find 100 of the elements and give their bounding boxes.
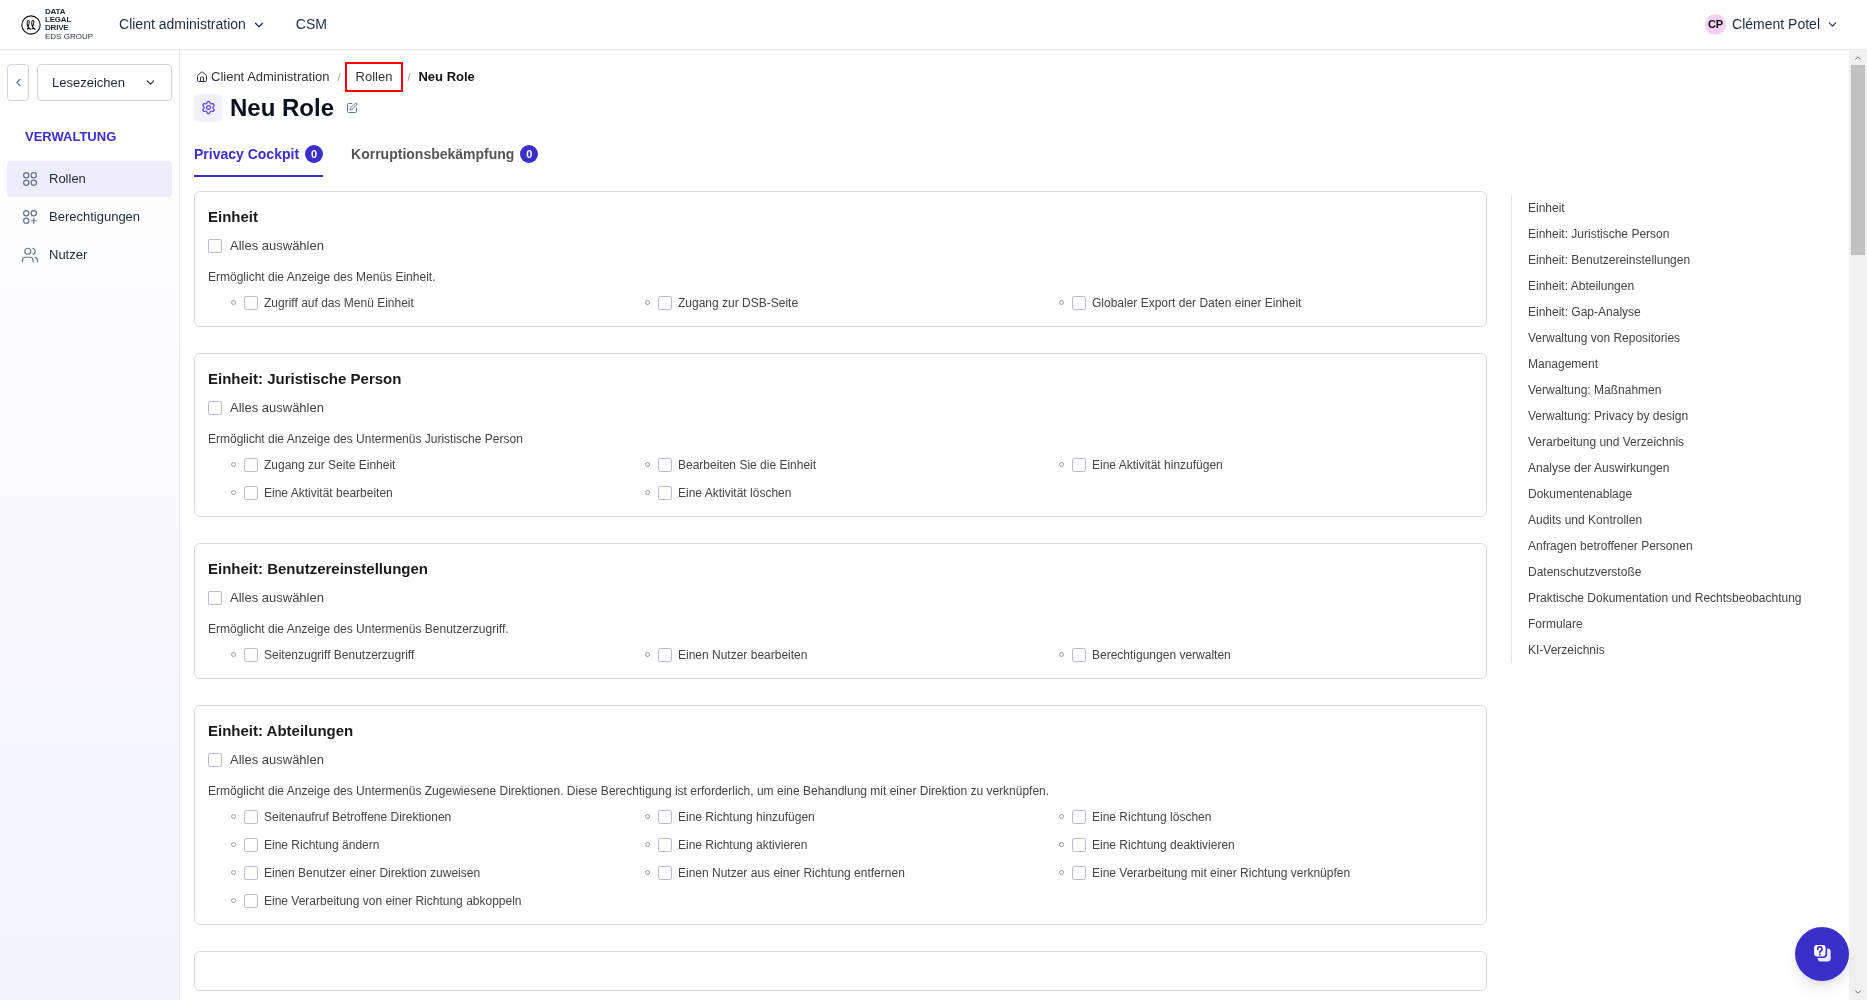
toc-link[interactable]: KI-Verzeichnis bbox=[1528, 636, 1802, 663]
tab[interactable]: Korruptionsbekämpfung 0 bbox=[351, 143, 539, 177]
checkbox[interactable] bbox=[1072, 809, 1086, 824]
toc-link[interactable]: Audits und Kontrollen bbox=[1528, 506, 1802, 533]
checkbox[interactable] bbox=[244, 295, 258, 310]
help-button[interactable] bbox=[1795, 927, 1849, 981]
description: Ermöglicht die Anzeige des Untermenüs Benutzerzugriff. bbox=[208, 620, 510, 638]
checkbox[interactable] bbox=[208, 238, 222, 253]
toc-link[interactable]: Verwaltung von Repositories bbox=[1528, 324, 1802, 351]
bookmarks-dropdown[interactable]: Lesezeichen bbox=[37, 64, 172, 101]
toc-link[interactable]: Formulare bbox=[1528, 610, 1802, 637]
checkbox[interactable] bbox=[1072, 457, 1086, 472]
checkbox-label: Alles auswählen bbox=[230, 751, 324, 769]
checkbox-label: Eine Aktivität bearbeiten bbox=[264, 484, 393, 502]
section-heading: VERWALTUNG bbox=[24, 128, 118, 146]
checkbox[interactable] bbox=[244, 457, 258, 472]
sidebar-item[interactable]: Nutzer bbox=[7, 236, 172, 273]
checkbox-label: Alles auswählen bbox=[230, 237, 324, 255]
settings-icon bbox=[194, 93, 222, 122]
checkbox[interactable] bbox=[244, 893, 258, 908]
checkbox-label: Seitenaufruf Betroffene Direktionen bbox=[264, 808, 452, 826]
toc-link[interactable]: Analyse der Auswirkungen bbox=[1528, 454, 1802, 481]
checkbox-label: Eine Verarbeitung mit einer Richtung verknüpfen bbox=[1092, 864, 1351, 882]
checkbox[interactable] bbox=[208, 400, 222, 415]
checkbox[interactable] bbox=[1072, 295, 1086, 310]
checkbox[interactable] bbox=[244, 837, 258, 852]
checkbox[interactable] bbox=[1072, 865, 1086, 880]
nav-menu[interactable]: CSM bbox=[295, 14, 327, 35]
breadcrumb-link[interactable]: Client Administration bbox=[194, 64, 332, 90]
checkbox[interactable] bbox=[658, 809, 672, 824]
tab[interactable]: Privacy Cockpit 0 bbox=[194, 143, 324, 177]
checkbox-label: Bearbeiten Sie die Einheit bbox=[678, 456, 817, 474]
checkbox-label: Eine Aktivität löschen bbox=[678, 484, 792, 502]
scrollbar-thumb[interactable] bbox=[1851, 65, 1865, 255]
breadcrumb-link[interactable]: Rollen bbox=[346, 64, 402, 90]
scroll-down-icon[interactable] bbox=[1853, 987, 1863, 997]
sidebar-item[interactable]: Berechtigungen bbox=[7, 198, 172, 235]
checkbox-label: Eine Richtung löschen bbox=[1092, 808, 1212, 826]
sidebar-item[interactable]: Rollen bbox=[7, 160, 172, 197]
sidebar-label: Nutzer bbox=[49, 245, 88, 264]
avatar: CP bbox=[1705, 14, 1727, 35]
checkbox[interactable] bbox=[1072, 647, 1086, 662]
description: Ermöglicht die Anzeige des Untermenüs Juristische Person bbox=[208, 430, 524, 448]
checkbox-label: Alles auswählen bbox=[230, 399, 324, 417]
checkbox[interactable] bbox=[658, 485, 672, 500]
edit-icon[interactable] bbox=[346, 101, 358, 114]
checkbox-label: Eine Aktivität hinzufügen bbox=[1092, 456, 1223, 474]
checkbox-label: Eine Verarbeitung von einer Richtung abkoppeln bbox=[264, 892, 522, 910]
toc-link[interactable]: Verwaltung: Maßnahmen bbox=[1528, 376, 1802, 403]
separator: / bbox=[407, 69, 411, 85]
checkbox[interactable] bbox=[658, 647, 672, 662]
card-title: Einheit bbox=[208, 206, 259, 227]
sidebar-label: Rollen bbox=[49, 169, 86, 188]
checkbox[interactable] bbox=[1072, 837, 1086, 852]
checkbox[interactable] bbox=[244, 865, 258, 880]
logo-text: DATA bbox=[45, 7, 67, 16]
checkbox-label: Zugang zur DSB-Seite bbox=[678, 294, 799, 312]
checkbox[interactable] bbox=[658, 457, 672, 472]
users-icon bbox=[21, 245, 39, 264]
checkbox[interactable] bbox=[244, 485, 258, 500]
checkbox-label: Zugang zur Seite Einheit bbox=[264, 456, 396, 474]
collapse-button[interactable] bbox=[7, 64, 29, 101]
logo[interactable]: DATA LEGAL DRIVE EDS GROUP bbox=[20, 7, 93, 42]
separator: / bbox=[337, 69, 341, 85]
checkbox-label: Alles auswählen bbox=[230, 589, 324, 607]
checkbox[interactable] bbox=[244, 647, 258, 662]
toc-link[interactable]: Einheit: Juristische Person bbox=[1528, 220, 1802, 247]
card-title: Einheit: Abteilungen bbox=[208, 720, 355, 741]
checkbox-label: Zugriff auf das Menü Einheit bbox=[264, 294, 414, 312]
toc-link[interactable]: Einheit: Benutzereinstellungen bbox=[1528, 246, 1802, 273]
toc-link[interactable]: Datenschutzverstoße bbox=[1528, 558, 1802, 585]
breadcrumb-current: Neu Role bbox=[417, 68, 476, 86]
grid-icon bbox=[21, 169, 39, 188]
checkbox-label: Seitenzugriff Benutzerzugriff bbox=[264, 646, 415, 664]
checkbox-label: Berechtigungen verwalten bbox=[1092, 646, 1231, 664]
toc-link[interactable]: Einheit: Gap-Analyse bbox=[1528, 298, 1802, 325]
checkbox-label: Globaler Export der Daten einer Einheit bbox=[1092, 294, 1302, 312]
toc-link[interactable]: Dokumentenablage bbox=[1528, 480, 1802, 507]
count-badge: 0 bbox=[520, 145, 539, 163]
checkbox[interactable] bbox=[208, 590, 222, 605]
toc-link[interactable]: Verarbeitung und Verzeichnis bbox=[1528, 428, 1802, 455]
toc-link[interactable]: Verwaltung: Privacy by design bbox=[1528, 402, 1802, 429]
page-title: Neu Role bbox=[230, 92, 334, 123]
checkbox[interactable] bbox=[244, 809, 258, 824]
toc-link[interactable]: Einheit: Abteilungen bbox=[1528, 272, 1802, 299]
checkbox[interactable] bbox=[658, 837, 672, 852]
user-menu[interactable]: CP Clément Potel bbox=[1705, 14, 1839, 35]
card-title: Einheit: Juristische Person bbox=[208, 368, 403, 389]
sidebar-label: Berechtigungen bbox=[49, 207, 141, 226]
scroll-up-icon[interactable] bbox=[1853, 53, 1863, 63]
count-badge: 0 bbox=[305, 145, 324, 163]
toc-link[interactable]: Praktische Dokumentation und Rechtsbeobachtung bbox=[1528, 584, 1802, 611]
nav-menu[interactable]: Client administration bbox=[119, 14, 266, 35]
toc-link[interactable]: Management bbox=[1528, 350, 1802, 377]
toc-link[interactable]: Anfragen betroffener Personen bbox=[1528, 532, 1802, 559]
checkbox[interactable] bbox=[658, 295, 672, 310]
checkbox[interactable] bbox=[208, 752, 222, 767]
checkbox[interactable] bbox=[658, 865, 672, 880]
scrollbar[interactable] bbox=[1849, 50, 1867, 1000]
toc-link[interactable]: Einheit bbox=[1528, 194, 1802, 221]
